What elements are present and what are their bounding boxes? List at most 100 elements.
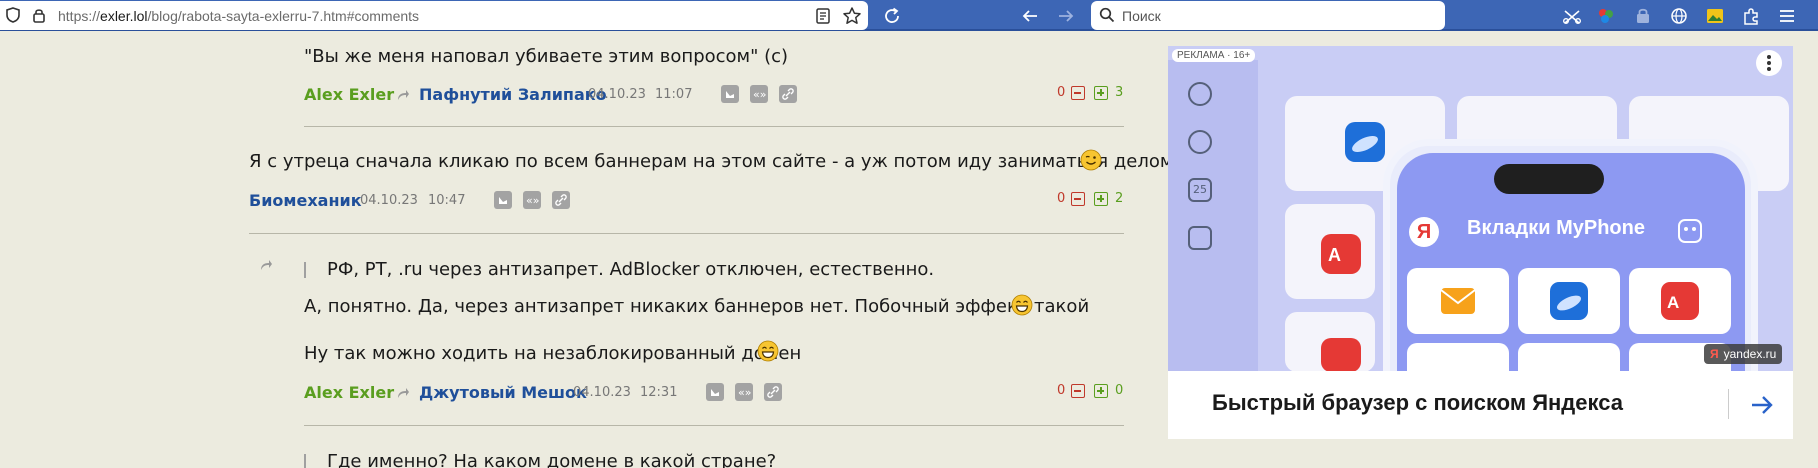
phone-tile [1407,268,1509,334]
quote-icon: «» [753,88,766,101]
votes-down-count: 0 [1057,383,1066,398]
phone-tile [1518,268,1620,334]
colorful-extension-icon[interactable] [1595,5,1617,27]
ad-menu-icon[interactable] [1756,50,1782,76]
votes-down-count: 0 [1057,85,1066,100]
vote-up-button[interactable] [1094,192,1108,206]
votes-down-count: 0 [1057,191,1066,206]
comment-author[interactable]: Биомеханик [249,191,362,210]
reply-icon [499,197,507,204]
reload-icon[interactable] [881,5,903,27]
permalink-button[interactable] [764,383,782,401]
translate-app-icon: A [1321,234,1361,274]
comment-text: Я с утреца сначала кликаю по всем баннер… [249,151,1174,172]
extensions-puzzle-icon[interactable] [1740,5,1762,27]
vote-down-button[interactable] [1071,384,1085,398]
votes-up-count: 2 [1115,191,1124,206]
phone-tile: A [1629,268,1731,334]
ad-headline[interactable]: Быстрый браузер с поиском Яндекса [1212,390,1623,416]
svg-text:«»: «» [526,194,539,207]
reply-button[interactable] [706,383,724,401]
link-icon [555,194,567,206]
url-text[interactable]: https://exler.lol/blog/rabota-sayta-exle… [58,8,419,24]
menu-icon[interactable] [1776,5,1798,27]
quote-button[interactable]: «» [750,85,768,103]
comment-divider [304,126,1124,127]
link-icon [782,88,794,100]
bookmark-star-icon[interactable] [842,6,862,26]
svg-text:A: A [1667,293,1679,312]
comment-author[interactable]: Alex Exler [304,85,394,104]
mail-app-icon [1440,288,1476,314]
grin-emoji-icon [1011,294,1033,316]
quote-bar [304,262,306,278]
comment-divider [304,425,1124,426]
comment-time: 11:07 [655,87,693,102]
yandex-logo-icon: Я [1409,217,1439,247]
quote-button[interactable]: «» [523,191,541,209]
ad-browser-sidebar: 25 [1168,60,1258,380]
wink-emoji-icon [1080,149,1102,171]
grin-emoji-icon [757,340,779,362]
address-bar[interactable]: https://exler.lol/blog/rabota-sayta-exle… [0,1,868,30]
comment-time: 10:47 [428,193,466,208]
vote-up-button[interactable] [1094,384,1108,398]
forward-arrow-icon[interactable] [1055,5,1077,27]
image-extension-icon[interactable] [1704,5,1726,27]
ad-label: РЕКЛАМА · 16+ [1172,49,1256,62]
reply-button[interactable] [721,85,739,103]
comment-time: 12:31 [640,385,678,400]
search-placeholder: Поиск [1122,8,1161,24]
vote-up-button[interactable] [1094,86,1108,100]
history-icon [1188,82,1212,106]
phone-tabs-title: Вкладки MyPhone [1467,217,1645,239]
svg-text:«»: «» [738,386,751,399]
phone-notch [1494,164,1604,194]
comment-text: "Вы же меня наповал убиваете этим вопрос… [304,46,789,67]
ad-caption-bar[interactable]: Быстрый браузер с поиском Яндекса [1168,371,1793,439]
yandex-disk-app-icon [1550,282,1588,320]
reader-view-icon[interactable] [814,7,832,25]
shield-icon[interactable] [6,7,20,23]
comment-text: А, понятно. Да, через антизапрет никаких… [304,296,1090,317]
quote-icon: «» [526,194,539,207]
back-arrow-icon[interactable] [1019,5,1041,27]
comment-author[interactable]: Alex Exler [304,383,394,402]
comment-date: 04.10.23 [360,193,418,208]
globe-icon[interactable] [1668,5,1690,27]
reply-to-author[interactable]: Пафнутий Залипако [419,85,607,104]
camera-icon [1188,226,1212,250]
ad-separator [1728,389,1729,419]
permalink-button[interactable] [779,85,797,103]
yandex-badge[interactable]: Яyandex.ru [1704,344,1783,364]
reply-icon [711,389,719,396]
lock-icon[interactable] [32,7,46,23]
screenshot-icon[interactable] [1561,5,1583,27]
svg-text:A: A [1328,245,1341,265]
link-icon [767,386,779,398]
reply-button[interactable] [494,191,512,209]
search-box[interactable]: Поиск [1091,1,1445,30]
reply-to-icon [261,260,272,270]
comment-divider [249,233,1124,234]
permalink-button[interactable] [552,191,570,209]
arrow-right-icon[interactable] [1748,391,1776,419]
reply-icon [726,91,734,98]
quoted-text: РФ, РТ, .ru через антизапрет. AdBlocker … [327,259,935,280]
comments-section: "Вы же меня наповал убиваете этим вопрос… [0,33,1173,468]
calendar-icon: 25 [1188,178,1212,202]
vote-down-button[interactable] [1071,192,1085,206]
reply-to-author[interactable]: Джутовый Мешок [419,383,587,402]
reply-to-icon [398,388,409,398]
yandex-disk-app-icon [1345,122,1385,162]
ad-tile [1285,312,1375,372]
quote-button[interactable]: «» [735,383,753,401]
privacy-extension-icon[interactable] [1632,5,1654,27]
scrollbar[interactable] [1795,33,1818,468]
ad-banner[interactable]: 25 РЕКЛАМА · 16+ A Я Вкладки MyPhone A Я… [1168,46,1793,439]
quoted-text: Где именно? На каком домене в какой стра… [327,451,777,468]
svg-text:«»: «» [753,88,766,101]
comment-text: Ну так можно ходить на незаблокированный… [304,343,802,364]
vote-down-button[interactable] [1071,86,1085,100]
mask-icon [1678,219,1702,243]
